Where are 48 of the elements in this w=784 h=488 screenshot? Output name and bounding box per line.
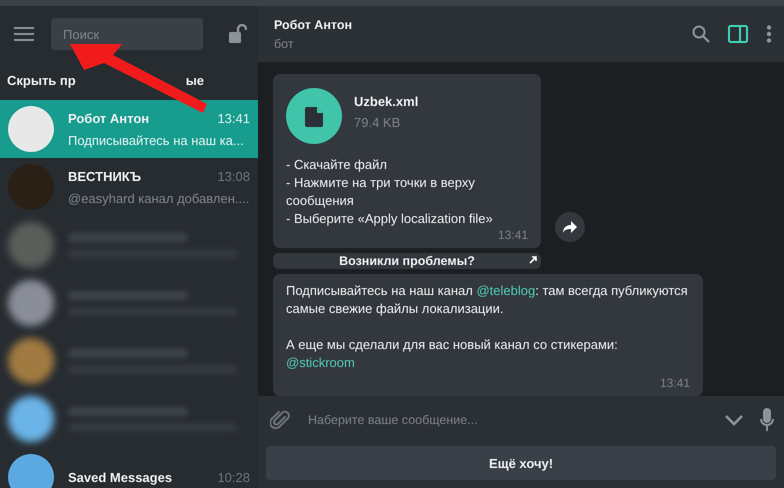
message-preview: Подписывайтесь на наш ка... [68,132,245,148]
message-text: Подписывайтесь на наш канал @teleblog: там всегда публикуются самые свежие файлы локализации. [286,282,689,318]
menu-icon[interactable] [14,26,34,42]
avatar [8,164,54,210]
composer-bar[interactable]: Наберите ваше сообщение... [258,396,784,444]
mention-link[interactable]: @teleblog [476,283,536,298]
side-panel-icon[interactable] [728,25,748,43]
file-size: 79.4 KB [354,114,402,132]
chat-row[interactable]: ВЕСТНИКЪ 13:08 @easyhard канал добавлен.... [0,158,258,216]
inline-button[interactable]: Возникли проблемы? [273,253,541,269]
search-icon[interactable] [692,25,710,43]
padlock-icon[interactable] [229,24,247,44]
message-preview: @easyhard канал добавлен.... [68,190,250,206]
keyboard-button[interactable]: Ещё хочу! [266,446,776,480]
forward-icon[interactable] [555,212,585,242]
chat-row[interactable]: Saved Messages 10:28 [0,448,258,488]
external-arrow-icon [529,256,537,264]
message-text: - Выберите «Apply localization file» [286,210,494,228]
avatar [8,280,54,326]
message-text: - Скачайте файл [286,156,388,174]
avatar [8,396,54,442]
avatar [8,222,54,268]
avatar [8,106,54,152]
chat-name: Робот Антон [68,110,150,126]
chat-title: Робот Антон [274,18,352,32]
more-icon[interactable] [766,25,772,43]
chevron-down-icon[interactable] [724,414,744,426]
file-name: Uzbek.xml [354,93,418,111]
chat-name: ВЕСТНИКЪ [68,168,142,184]
avatar [8,454,54,488]
message-time: 13:41 [496,228,528,242]
message-time: 13:41 [658,376,690,390]
chat-name: Saved Messages [68,470,172,484]
chat-time: 10:28 [217,470,250,484]
chat-status: бот [274,36,295,50]
mention-link[interactable]: @stickroom [286,355,355,370]
message-text: - Нажмите на три точки в верху сообщения [286,174,476,210]
section-label[interactable]: ые [186,73,204,88]
microphone-icon[interactable] [760,408,774,432]
message-text: А еще мы сделали для вас новый канал со стикерами: @stickroom [286,336,619,372]
chat-time: 13:08 [217,168,250,184]
search-field[interactable]: Поиск [51,18,203,50]
section-label[interactable]: Скрыть пр [7,73,76,88]
document-icon[interactable] [286,88,342,144]
attach-icon[interactable] [270,409,290,431]
message-input[interactable]: Наберите ваше сообщение... [306,412,708,428]
avatar [8,338,54,384]
chat-time: 13:41 [217,110,250,126]
